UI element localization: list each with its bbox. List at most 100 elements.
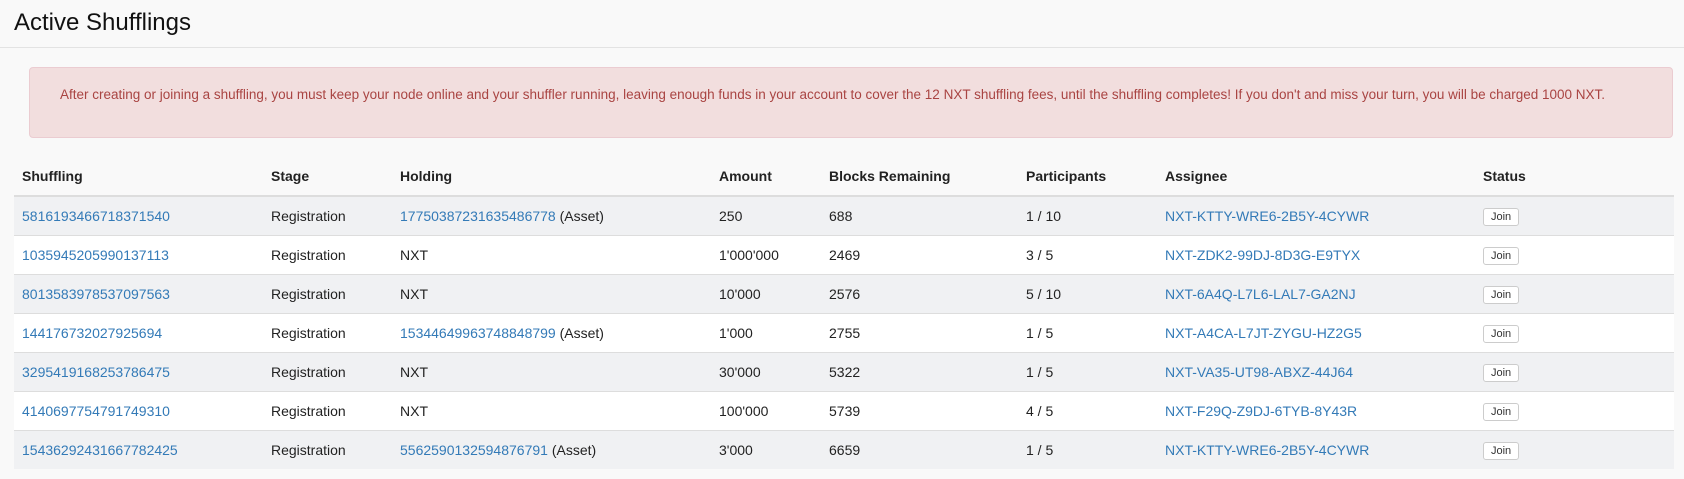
join-button[interactable]: Join [1483,363,1520,382]
shuffling-id-link[interactable]: 1035945205990137113 [22,247,169,263]
assignee-link[interactable]: NXT-KTTY-WRE6-2B5Y-4CYWR [1165,208,1369,224]
shuffling-cell: 8013583978537097563 [14,274,263,314]
warning-alert: After creating or joining a shuffling, y… [29,67,1673,138]
column-header-amount: Amount [711,157,821,197]
status-cell: Join [1475,195,1674,236]
table-header-row: Shuffling Stage Holding Amount Blocks Re… [14,157,1674,197]
assignee-cell: NXT-KTTY-WRE6-2B5Y-4CYWR [1157,430,1475,469]
assignee-cell: NXT-VA35-UT98-ABXZ-44J64 [1157,352,1475,392]
shuffling-id-link[interactable]: 8013583978537097563 [22,286,170,302]
assignee-link[interactable]: NXT-A4CA-L7JT-ZYGU-HZ2G5 [1165,325,1362,341]
participants-cell: 3 / 5 [1018,235,1157,275]
table-row: 5816193466718371540 Registration 1775038… [14,195,1674,236]
stage-cell: Registration [263,235,392,275]
blocks-remaining-cell: 2755 [821,313,1018,353]
table-row: 4140697754791749310 Registration NXT 100… [14,391,1674,431]
shuffling-id-link[interactable]: 5816193466718371540 [22,208,170,224]
assignee-cell: NXT-ZDK2-99DJ-8D3G-E9TYX [1157,235,1475,275]
shuffling-id-link[interactable]: 15436292431667782425 [22,442,178,458]
participants-cell: 1 / 5 [1018,352,1157,392]
shuffling-cell: 5816193466718371540 [14,195,263,236]
holding-cell: NXT [392,274,711,314]
holding-cell: NXT [392,235,711,275]
blocks-remaining-cell: 5739 [821,391,1018,431]
stage-cell: Registration [263,313,392,353]
table-row: 1035945205990137113 Registration NXT 1'0… [14,235,1674,275]
amount-cell: 100'000 [711,391,821,431]
assignee-link[interactable]: NXT-ZDK2-99DJ-8D3G-E9TYX [1165,247,1360,263]
amount-cell: 1'000 [711,313,821,353]
shuffling-id-link[interactable]: 3295419168253786475 [22,364,170,380]
shuffling-cell: 144176732027925694 [14,313,263,353]
shufflings-table: Shuffling Stage Holding Amount Blocks Re… [14,157,1674,469]
assignee-link[interactable]: NXT-VA35-UT98-ABXZ-44J64 [1165,364,1353,380]
holding-cell: NXT [392,391,711,431]
shuffling-id-link[interactable]: 4140697754791749310 [22,403,170,419]
table-row: 15436292431667782425 Registration 556259… [14,430,1674,469]
holding-asset-link[interactable]: 15344649963748848799 [400,325,556,341]
join-button[interactable]: Join [1483,207,1520,226]
stage-cell: Registration [263,430,392,469]
assignee-link[interactable]: NXT-6A4Q-L7L6-LAL7-GA2NJ [1165,286,1356,302]
page-header: Active Shufflings [0,0,1684,48]
column-header-holding: Holding [392,157,711,197]
join-button[interactable]: Join [1483,441,1520,460]
join-button[interactable]: Join [1483,246,1520,265]
status-cell: Join [1475,391,1674,431]
status-cell: Join [1475,430,1674,469]
column-header-blocks-remaining: Blocks Remaining [821,157,1018,197]
amount-cell: 10'000 [711,274,821,314]
join-button[interactable]: Join [1483,402,1520,421]
assignee-link[interactable]: NXT-F29Q-Z9DJ-6TYB-8Y43R [1165,403,1357,419]
column-header-stage: Stage [263,157,392,197]
holding-suffix: (Asset) [555,325,604,341]
assignee-cell: NXT-F29Q-Z9DJ-6TYB-8Y43R [1157,391,1475,431]
amount-cell: 1'000'000 [711,235,821,275]
column-header-participants: Participants [1018,157,1157,197]
blocks-remaining-cell: 688 [821,195,1018,236]
stage-cell: Registration [263,352,392,392]
blocks-remaining-cell: 6659 [821,430,1018,469]
holding-text: NXT [400,247,428,263]
shuffling-cell: 1035945205990137113 [14,235,263,275]
table-row: 8013583978537097563 Registration NXT 10'… [14,274,1674,314]
table-row: 144176732027925694 Registration 15344649… [14,313,1674,353]
status-cell: Join [1475,313,1674,353]
blocks-remaining-cell: 2576 [821,274,1018,314]
participants-cell: 4 / 5 [1018,391,1157,431]
participants-cell: 5 / 10 [1018,274,1157,314]
shuffling-cell: 3295419168253786475 [14,352,263,392]
amount-cell: 250 [711,195,821,236]
stage-cell: Registration [263,274,392,314]
join-button[interactable]: Join [1483,324,1520,343]
column-header-status: Status [1475,157,1674,197]
holding-asset-link[interactable]: 17750387231635486778 [400,208,556,224]
status-cell: Join [1475,235,1674,275]
shufflings-table-container: Shuffling Stage Holding Amount Blocks Re… [14,157,1674,469]
assignee-cell: NXT-A4CA-L7JT-ZYGU-HZ2G5 [1157,313,1475,353]
holding-asset-link[interactable]: 5562590132594876791 [400,442,548,458]
stage-cell: Registration [263,391,392,431]
holding-cell: 17750387231635486778 (Asset) [392,195,711,236]
assignee-link[interactable]: NXT-KTTY-WRE6-2B5Y-4CYWR [1165,442,1369,458]
participants-cell: 1 / 5 [1018,430,1157,469]
participants-cell: 1 / 10 [1018,195,1157,236]
status-cell: Join [1475,352,1674,392]
amount-cell: 30'000 [711,352,821,392]
column-header-assignee: Assignee [1157,157,1475,197]
holding-text: NXT [400,286,428,302]
join-button[interactable]: Join [1483,285,1520,304]
shuffling-cell: 15436292431667782425 [14,430,263,469]
shuffling-cell: 4140697754791749310 [14,391,263,431]
participants-cell: 1 / 5 [1018,313,1157,353]
blocks-remaining-cell: 5322 [821,352,1018,392]
holding-cell: 15344649963748848799 (Asset) [392,313,711,353]
amount-cell: 3'000 [711,430,821,469]
page-title: Active Shufflings [14,9,191,36]
assignee-cell: NXT-6A4Q-L7L6-LAL7-GA2NJ [1157,274,1475,314]
shuffling-id-link[interactable]: 144176732027925694 [22,325,162,341]
assignee-cell: NXT-KTTY-WRE6-2B5Y-4CYWR [1157,195,1475,236]
warning-alert-text: After creating or joining a shuffling, y… [60,87,1606,102]
holding-cell: NXT [392,352,711,392]
blocks-remaining-cell: 2469 [821,235,1018,275]
